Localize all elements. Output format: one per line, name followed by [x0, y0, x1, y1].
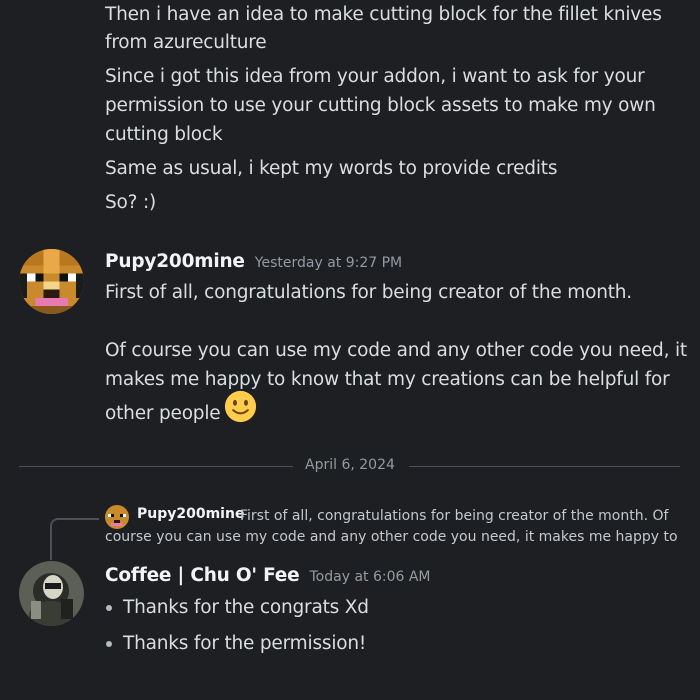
message-line: Of course you can use my code and any ot… [105, 340, 687, 361]
message-header: Pupy200mine Yesterday at 9:27 PM [105, 251, 402, 272]
timestamp: Yesterday at 9:27 PM [254, 255, 403, 271]
divider-line [409, 466, 680, 467]
bullet-item: Thanks for the permission! [123, 633, 367, 654]
bullet-icon [106, 641, 112, 647]
divider-date: April 6, 2024 [305, 457, 395, 473]
slightly-smiling-face-icon [224, 390, 257, 432]
bullet-icon [106, 605, 112, 611]
message-line: Then i have an idea to make cutting bloc… [105, 4, 662, 25]
username[interactable]: Coffee | Chu O' Fee [105, 565, 300, 586]
avatar[interactable] [19, 249, 84, 314]
message-line: permission to use your cutting block ass… [105, 95, 656, 116]
message-line: from azureculture [105, 32, 267, 53]
pupy-avatar-icon [105, 505, 129, 529]
avatar[interactable] [19, 561, 84, 626]
reply-avatar[interactable] [105, 505, 129, 529]
divider-line [19, 466, 293, 467]
message-line: So? :) [105, 192, 157, 213]
username[interactable]: Pupy200mine [105, 251, 245, 272]
bullet-item: Thanks for the congrats Xd [123, 597, 369, 618]
chat-messages: Then i have an idea to make cutting bloc… [0, 0, 700, 700]
message-line: cutting block [105, 124, 223, 145]
message-line: First of all, congratulations for being … [105, 282, 632, 303]
pupy-avatar-icon [19, 249, 84, 314]
reply-preview[interactable]: First of all, congratulations for being … [240, 506, 668, 527]
message-text: other people [105, 403, 221, 424]
reply-preview[interactable]: course you can use my code and any other… [105, 527, 678, 548]
message-line: Same as usual, i kept my words to provid… [105, 158, 558, 179]
message-line: Since i got this idea from your addon, i… [105, 66, 645, 87]
timestamp: Today at 6:06 AM [309, 569, 431, 585]
message-line-with-emoji: other people [105, 390, 257, 432]
message-header: Coffee | Chu O' Fee Today at 6:06 AM [105, 565, 431, 586]
reply-spine [50, 518, 99, 560]
coffee-avatar-icon [19, 561, 84, 626]
message-line: makes me happy to know that my creations… [105, 369, 670, 390]
reply-username[interactable]: Pupy200mine [137, 506, 244, 522]
